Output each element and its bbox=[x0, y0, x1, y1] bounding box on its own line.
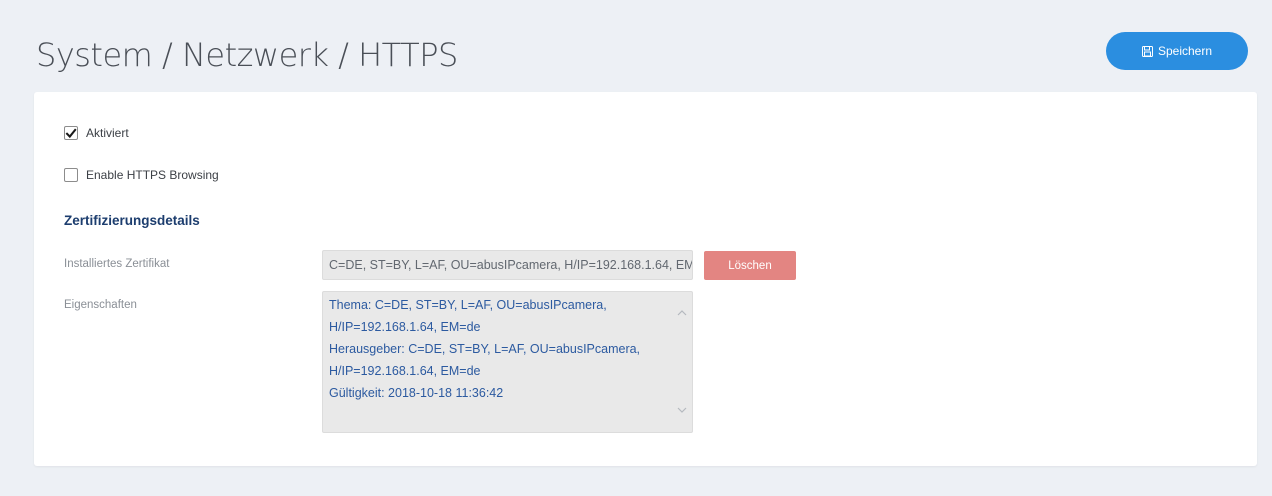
enabled-label: Aktiviert bbox=[86, 126, 129, 140]
properties-label: Eigenschaften bbox=[64, 299, 137, 311]
enabled-checkbox-row[interactable]: Aktiviert bbox=[64, 126, 129, 140]
properties-text: Thema: C=DE, ST=BY, L=AF, OU=abusIPcamer… bbox=[329, 294, 669, 404]
https-browsing-checkbox-row[interactable]: Enable HTTPS Browsing bbox=[64, 168, 219, 182]
https-browsing-label: Enable HTTPS Browsing bbox=[86, 168, 219, 182]
installed-certificate-field[interactable]: C=DE, ST=BY, L=AF, OU=abusIPcamera, H/IP… bbox=[322, 250, 693, 280]
https-browsing-checkbox[interactable] bbox=[64, 168, 78, 182]
properties-line: Herausgeber: C=DE, ST=BY, L=AF, OU=abusI… bbox=[329, 342, 641, 356]
scroll-up-icon[interactable] bbox=[676, 306, 688, 318]
section-title-certificate-details: Zertifizierungsdetails bbox=[64, 213, 200, 228]
properties-line: Gültigkeit: 2018-10-18 11:36:42 bbox=[329, 386, 504, 400]
floppy-disk-icon bbox=[1141, 45, 1153, 57]
delete-certificate-button[interactable]: Löschen bbox=[704, 251, 796, 280]
save-button-label: Speichern bbox=[1157, 44, 1213, 58]
save-button[interactable]: Speichern bbox=[1106, 32, 1248, 70]
properties-line: H/IP=192.168.1.64, EM=de bbox=[329, 320, 481, 334]
installed-certificate-label: Installiertes Zertifikat bbox=[64, 258, 170, 270]
page-title: System / Netzwerk / HTTPS bbox=[36, 36, 458, 74]
properties-line: Thema: C=DE, ST=BY, L=AF, OU=abusIPcamer… bbox=[329, 298, 607, 312]
https-settings-card: Aktiviert Enable HTTPS Browsing Zertifiz… bbox=[34, 92, 1257, 466]
enabled-checkbox[interactable] bbox=[64, 126, 78, 140]
scroll-down-icon[interactable] bbox=[676, 404, 688, 416]
properties-textarea[interactable]: Thema: C=DE, ST=BY, L=AF, OU=abusIPcamer… bbox=[322, 291, 693, 433]
checkmark-icon bbox=[65, 127, 77, 138]
properties-line: H/IP=192.168.1.64, EM=de bbox=[329, 364, 481, 378]
